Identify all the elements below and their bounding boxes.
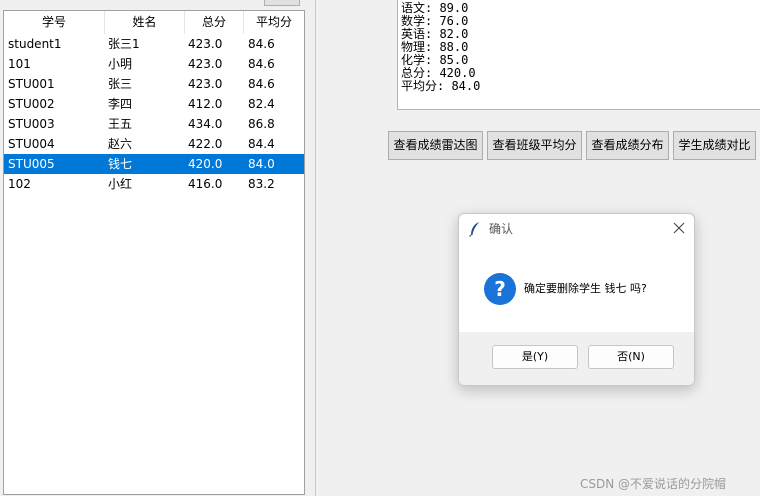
- cell-name: 张三1: [108, 37, 140, 51]
- cell-total: 434.0: [188, 117, 223, 131]
- cell-name: 李四: [108, 97, 133, 111]
- column-header-id[interactable]: 学号: [4, 11, 105, 34]
- cell-id: STU005: [8, 157, 55, 171]
- column-header-name[interactable]: 姓名: [105, 11, 185, 34]
- dialog-message: 确定要删除学生 钱七 吗?: [524, 282, 647, 295]
- score-detail-textbox[interactable]: 语文: 89.0 数学: 76.0 英语: 82.0 物理: 88.0 化学: …: [397, 0, 760, 110]
- confirm-dialog: 确认 ? 确定要删除学生 钱七 吗? 是(Y) 否(N): [458, 213, 695, 386]
- watermark: CSDN @不爱说话的分院帽: [580, 477, 727, 491]
- cell-name: 小红: [108, 177, 133, 191]
- dialog-titlebar[interactable]: 确认: [459, 214, 694, 244]
- cell-total: 423.0: [188, 77, 223, 91]
- table-row[interactable]: 102 小红 416.0 83.2: [4, 174, 304, 194]
- cell-name: 钱七: [108, 157, 133, 171]
- cell-name: 张三: [108, 77, 133, 91]
- cell-average: 84.6: [248, 57, 275, 71]
- table-row-selected[interactable]: STU005 钱七 420.0 84.0: [4, 154, 304, 174]
- cell-id: student1: [8, 37, 62, 51]
- cell-average: 82.4: [248, 97, 275, 111]
- cell-total: 423.0: [188, 37, 223, 51]
- table-row[interactable]: student1 张三1 423.0 84.6: [4, 34, 304, 54]
- cell-id: STU003: [8, 117, 55, 131]
- cell-average: 84.4: [248, 137, 275, 151]
- cell-average: 84.0: [248, 157, 275, 171]
- table-row[interactable]: STU004 赵六 422.0 84.4: [4, 134, 304, 154]
- cell-id: STU001: [8, 77, 55, 91]
- cell-total: 416.0: [188, 177, 223, 191]
- question-icon: ?: [484, 273, 516, 305]
- student-table[interactable]: 学号 姓名 总分 平均分 student1 张三1 423.0 84.6 101…: [3, 10, 305, 495]
- close-icon[interactable]: [672, 221, 686, 235]
- cell-total: 422.0: [188, 137, 223, 151]
- cell-name: 赵六: [108, 137, 133, 151]
- view-score-distribution-button[interactable]: 查看成绩分布: [586, 131, 669, 160]
- cell-id: 102: [8, 177, 31, 191]
- view-radar-chart-button[interactable]: 查看成绩雷达图: [388, 131, 483, 160]
- cell-name: 小明: [108, 57, 133, 71]
- cell-average: 86.8: [248, 117, 275, 131]
- cell-total: 420.0: [188, 157, 223, 171]
- cell-average: 83.2: [248, 177, 275, 191]
- cell-average: 84.6: [248, 77, 275, 91]
- panel-divider: [315, 0, 316, 496]
- column-header-total[interactable]: 总分: [185, 11, 244, 34]
- column-header-average[interactable]: 平均分: [244, 11, 304, 34]
- no-button[interactable]: 否(N): [588, 345, 674, 369]
- table-row[interactable]: STU003 王五 434.0 86.8: [4, 114, 304, 134]
- table-body: student1 张三1 423.0 84.6 101 小明 423.0 84.…: [4, 34, 304, 194]
- table-row[interactable]: STU002 李四 412.0 82.4: [4, 94, 304, 114]
- feather-icon: [469, 222, 479, 237]
- compare-students-button[interactable]: 学生成绩对比: [673, 131, 756, 160]
- cell-id: 101: [8, 57, 31, 71]
- view-class-average-button[interactable]: 查看班级平均分: [487, 131, 582, 160]
- yes-button[interactable]: 是(Y): [492, 345, 578, 369]
- cell-name: 王五: [108, 117, 133, 131]
- table-row[interactable]: STU001 张三 423.0 84.6: [4, 74, 304, 94]
- detail-line: 平均分: 84.0: [401, 79, 481, 93]
- table-header: 学号 姓名 总分 平均分: [4, 11, 304, 34]
- top-button-partial[interactable]: [264, 0, 300, 6]
- cell-total: 423.0: [188, 57, 223, 71]
- dialog-title: 确认: [489, 222, 514, 236]
- cell-id: STU004: [8, 137, 55, 151]
- dialog-footer: 是(Y) 否(N): [459, 332, 694, 385]
- cell-total: 412.0: [188, 97, 223, 111]
- cell-id: STU002: [8, 97, 55, 111]
- cell-average: 84.6: [248, 37, 275, 51]
- dialog-body: ? 确定要删除学生 钱七 吗?: [459, 244, 694, 332]
- table-row[interactable]: 101 小明 423.0 84.6: [4, 54, 304, 74]
